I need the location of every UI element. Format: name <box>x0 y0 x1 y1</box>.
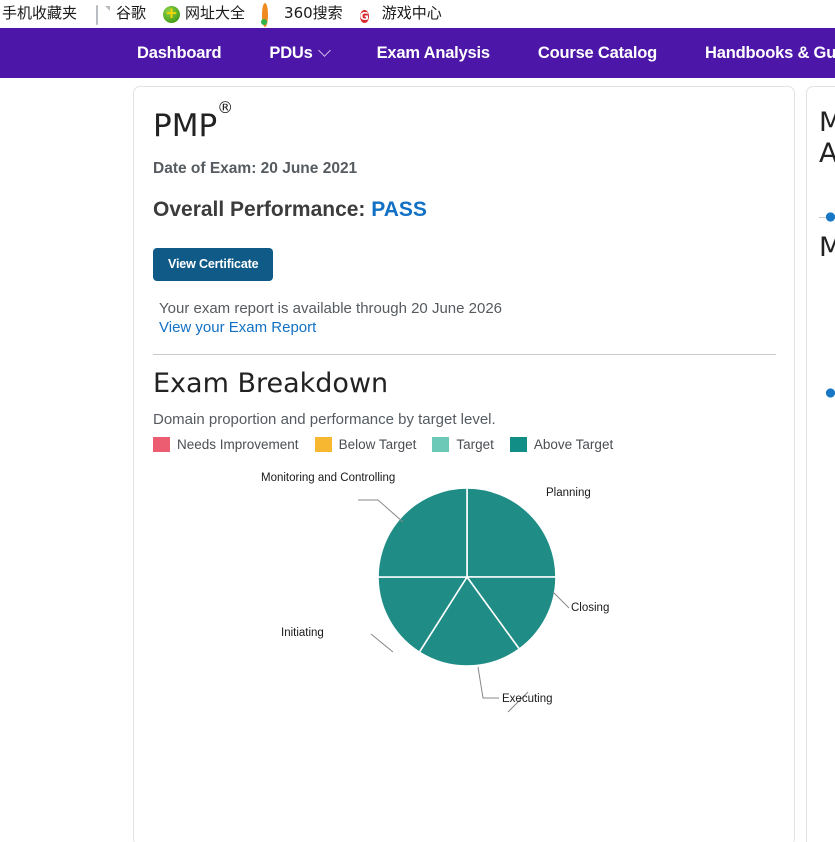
green-plus-icon <box>163 6 180 23</box>
360-search-icon <box>262 6 279 23</box>
exam-breakdown-title: Exam Breakdown <box>153 369 774 399</box>
bookmark-label: 谷歌 <box>116 2 146 23</box>
page-title: PMP® <box>153 109 774 143</box>
legend-item-needs-improvement[interactable]: Needs Improvement <box>153 437 299 452</box>
pie-slice[interactable] <box>467 488 556 577</box>
nav-label: Dashboard <box>137 44 221 63</box>
side-panel-heading-1: M Ac <box>819 107 835 169</box>
pie-leader-line <box>371 634 393 652</box>
pie-label-closing: Closing <box>571 601 609 615</box>
bookmark-item-google[interactable]: 谷歌 <box>94 4 146 25</box>
legend-label: Needs Improvement <box>177 437 299 452</box>
exam-breakdown-pie-chart: Monitoring and Controlling Planning Clos… <box>153 462 774 762</box>
resources-side-panel: M Ac M <box>806 86 835 842</box>
overall-performance-result: PASS <box>371 198 427 221</box>
browser-bookmarks-bar: 手机收藏夹 谷歌 网址大全 360搜索 G 游戏中心 <box>0 0 835 28</box>
bookmark-item-360-search[interactable]: 360搜索 <box>262 4 343 25</box>
nav-item-exam-analysis[interactable]: Exam Analysis <box>377 44 490 63</box>
pie-label-monitoring-and-controlling: Monitoring and Controlling <box>261 471 361 485</box>
legend-label: Below Target <box>339 437 417 452</box>
legend-item-above-target[interactable]: Above Target <box>510 437 613 452</box>
section-divider <box>153 354 776 355</box>
legend-swatch <box>432 437 449 452</box>
view-exam-report-link[interactable]: View your Exam Report <box>153 319 774 336</box>
game-center-icon: G <box>360 6 377 23</box>
bookmark-label: 游戏中心 <box>382 2 442 23</box>
chart-legend: Needs Improvement Below Target Target Ab… <box>153 437 774 452</box>
nav-label: Course Catalog <box>538 44 657 63</box>
pie-leader-line <box>553 592 569 608</box>
side-panel-heading-2: M <box>819 232 835 263</box>
nav-label: Exam Analysis <box>377 44 490 63</box>
bookmark-item-game-center[interactable]: G 游戏中心 <box>360 4 442 25</box>
screenshot-root: 手机收藏夹 谷歌 网址大全 360搜索 G 游戏中心 Dashboard PDU… <box>0 0 835 842</box>
pie-slice-group <box>378 488 556 666</box>
pie-chart-svg <box>153 462 773 762</box>
legend-label: Target <box>456 437 494 452</box>
nav-item-course-catalog[interactable]: Course Catalog <box>538 44 657 63</box>
nav-label: Handbooks & Gu <box>705 44 835 63</box>
view-certificate-button[interactable]: View Certificate <box>153 248 273 281</box>
pie-label-planning: Planning <box>546 486 591 500</box>
legend-swatch <box>315 437 332 452</box>
exam-breakdown-subtitle: Domain proportion and performance by tar… <box>153 411 774 428</box>
overall-performance: Overall Performance: PASS <box>153 198 774 222</box>
legend-item-target[interactable]: Target <box>432 437 494 452</box>
exam-result-card: PMP® Date of Exam: 20 June 2021 Overall … <box>133 86 795 842</box>
chevron-down-icon <box>318 44 331 57</box>
bookmark-item-hao123[interactable]: 网址大全 <box>163 4 245 25</box>
legend-swatch <box>510 437 527 452</box>
certification-name: PMP <box>153 108 217 144</box>
bookmark-item-mobile-favorites[interactable]: 手机收藏夹 <box>2 4 77 25</box>
legend-label: Above Target <box>534 437 613 452</box>
exam-report-availability-text: Your exam report is available through 20… <box>153 300 774 317</box>
registered-trademark-symbol: ® <box>217 98 233 117</box>
overall-performance-label: Overall Performance: <box>153 198 365 221</box>
primary-navigation-bar: Dashboard PDUs Exam Analysis Course Cata… <box>0 28 835 78</box>
pie-leader-line <box>478 667 499 698</box>
nav-item-dashboard[interactable]: Dashboard <box>137 44 221 63</box>
exam-date: Date of Exam: 20 June 2021 <box>153 160 774 178</box>
nav-item-handbooks-and-guides[interactable]: Handbooks & Gu <box>705 44 835 63</box>
legend-swatch <box>153 437 170 452</box>
pie-label-executing: Executing <box>502 692 553 706</box>
nav-item-pdus[interactable]: PDUs <box>269 44 328 63</box>
bookmark-label: 手机收藏夹 <box>2 2 77 23</box>
pie-leader-line <box>358 500 403 522</box>
document-icon <box>94 6 111 23</box>
legend-item-below-target[interactable]: Below Target <box>315 437 417 452</box>
bookmark-label: 360搜索 <box>284 2 343 23</box>
pie-label-initiating: Initiating <box>281 626 324 640</box>
pie-slice[interactable] <box>378 488 467 577</box>
bookmark-label: 网址大全 <box>185 2 245 23</box>
nav-label: PDUs <box>269 44 312 63</box>
